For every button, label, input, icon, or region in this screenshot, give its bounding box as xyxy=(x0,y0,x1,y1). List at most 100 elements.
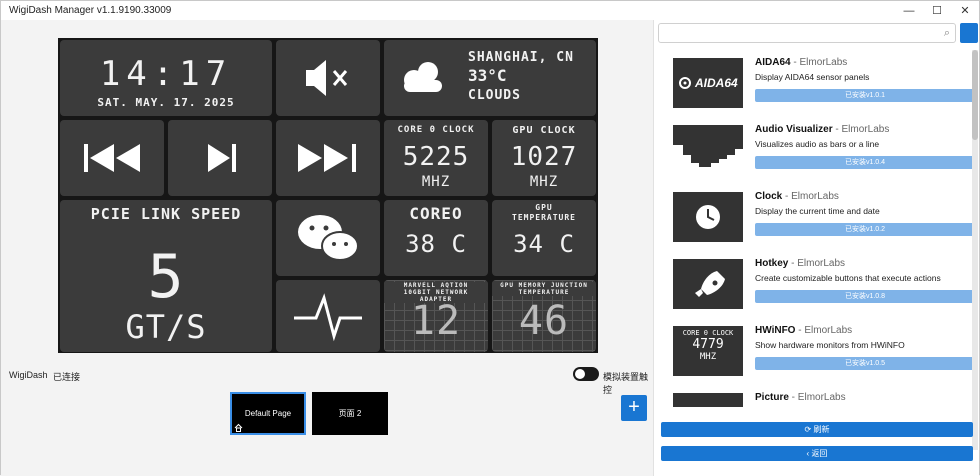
core-clock-unit: MHZ xyxy=(421,174,451,190)
plugin-item-clock[interactable]: Clock - ElmorLabs Display the current ti… xyxy=(654,184,980,251)
plugin-list-scrollbar[interactable] xyxy=(972,50,978,450)
plugin-installed-button[interactable]: 已安装v1.0.8 xyxy=(755,290,975,303)
clock-icon xyxy=(696,205,720,229)
hwinfo-thumb-label: CORE 0 CLOCK xyxy=(682,329,734,337)
dashboard-preview[interactable]: 14:17 SAT. MAY. 17. 2025 SHANGHAI, CN 33… xyxy=(58,38,598,353)
refresh-button[interactable]: ⟳ 刷新 xyxy=(661,422,973,437)
gpu-clock-unit: MHZ xyxy=(529,174,559,190)
hwinfo-thumb-unit: MHZ xyxy=(699,352,717,362)
network-adapter-value: 12 xyxy=(410,298,462,344)
plugin-search-input[interactable]: ⌕ xyxy=(658,23,956,43)
clock-thumb xyxy=(673,192,743,242)
minimize-button[interactable]: — xyxy=(895,1,923,20)
plugin-name: HWiNFO xyxy=(755,325,796,336)
page-thumb-2[interactable]: 页面 2 xyxy=(312,392,388,435)
gpu-memory-temp-value: 46 xyxy=(518,298,570,344)
gear-icon xyxy=(679,77,691,89)
plugin-author: ElmorLabs xyxy=(841,124,890,135)
plugin-author-separator: - xyxy=(788,392,798,403)
back-label: 返回 xyxy=(811,449,828,458)
plugin-item-aida64[interactable]: AIDA64 AIDA64 - ElmorLabs Display AIDA64… xyxy=(654,50,980,117)
scrollbar-thumb[interactable] xyxy=(972,50,978,140)
plugin-title: AIDA64 - ElmorLabs xyxy=(755,57,847,68)
rocket-icon xyxy=(695,271,725,297)
simulate-touch-label: 模拟装置触控 xyxy=(603,372,649,395)
plugin-description: Visualizes audio as bars or a line xyxy=(755,139,880,149)
wechat-widget[interactable] xyxy=(276,200,380,276)
core-temp-label: COREO xyxy=(409,204,463,223)
play-pause-widget[interactable] xyxy=(168,120,272,196)
page-thumb-default[interactable]: Default Page xyxy=(230,392,306,435)
plugin-sidebar: ⌕ AIDA64 AIDA64 - ElmorLabs Display AIDA… xyxy=(653,20,979,476)
window-title: WigiDash Manager v1.1.9190.33009 xyxy=(9,5,172,16)
pcie-value: 5 xyxy=(147,242,185,312)
plugin-title: Picture - ElmorLabs xyxy=(755,392,846,403)
plugin-installed-button[interactable]: 已安装v1.0.5 xyxy=(755,357,975,370)
plugin-description: Show hardware monitors from HWiNFO xyxy=(755,340,905,350)
plugin-item-hotkey[interactable]: Hotkey - ElmorLabs Create customizable b… xyxy=(654,251,980,318)
maximize-button[interactable]: ☐ xyxy=(923,1,951,20)
hotkey-thumb xyxy=(673,259,743,309)
plugin-title: Hotkey - ElmorLabs xyxy=(755,258,845,269)
close-button[interactable]: ✕ xyxy=(951,1,979,20)
gpu-temp-value: 34 C xyxy=(513,230,575,258)
core-clock-widget[interactable]: CORE 0 CLOCK 5225 MHZ xyxy=(384,120,488,196)
previous-track-widget[interactable] xyxy=(60,120,164,196)
home-icon xyxy=(234,423,243,432)
connection-status: 已连接 xyxy=(53,372,81,382)
plugin-installed-button[interactable]: 已安装v1.0.1 xyxy=(755,89,975,102)
pulse-widget[interactable] xyxy=(276,280,380,352)
pcie-label: PCIE LINK SPEED xyxy=(90,205,242,223)
network-adapter-widget[interactable]: MARVELL AQTION 10GBIT NETWORK ADAPTER 12 xyxy=(384,280,488,352)
page-label: Default Page xyxy=(244,409,292,418)
back-button[interactable]: ‹ 返回 xyxy=(661,446,973,461)
clock-widget[interactable]: 14:17 SAT. MAY. 17. 2025 xyxy=(60,40,272,116)
menu-button[interactable] xyxy=(960,23,978,43)
plugin-title: Clock - ElmorLabs xyxy=(755,191,839,202)
next-track-widget[interactable] xyxy=(276,120,380,196)
app-window: WigiDash Manager v1.1.9190.33009 — ☐ ✕ 1… xyxy=(0,0,980,476)
plugin-author: ElmorLabs xyxy=(797,392,846,403)
add-page-button[interactable]: + xyxy=(621,395,647,421)
plugin-name: Hotkey xyxy=(755,258,789,269)
plugin-author: ElmorLabs xyxy=(791,191,839,202)
wechat-icon xyxy=(298,215,359,261)
mute-widget[interactable] xyxy=(276,40,380,116)
search-icon: ⌕ xyxy=(943,27,950,39)
hwinfo-thumb-value: 4779 xyxy=(692,337,724,352)
pulse-icon xyxy=(294,293,362,342)
plugin-author: ElmorLabs xyxy=(804,325,853,336)
plugin-item-picture[interactable]: Picture - ElmorLabs xyxy=(654,385,980,415)
toggle-knob xyxy=(575,369,585,379)
gpu-clock-value: 1027 xyxy=(510,142,578,172)
core-clock-value: 5225 xyxy=(402,142,470,172)
gpu-temp-widget[interactable]: GPU TEMPERATURE 34 C xyxy=(492,200,596,276)
plugin-author-separator: - xyxy=(788,258,798,269)
gpu-memory-temp-label: GPU MEMORY JUNCTION TEMPERATURE xyxy=(492,282,596,296)
gpu-temp-label: GPU TEMPERATURE xyxy=(512,203,576,222)
simulate-touch-toggle[interactable] xyxy=(573,367,599,381)
page-label: 页面 2 xyxy=(338,409,362,418)
clock-date: SAT. MAY. 17. 2025 xyxy=(97,96,235,109)
gpu-clock-widget[interactable]: GPU CLOCK 1027 MHZ xyxy=(492,120,596,196)
plugin-name: Audio Visualizer xyxy=(755,124,833,135)
gpu-memory-temp-widget[interactable]: GPU MEMORY JUNCTION TEMPERATURE 46 xyxy=(492,280,596,352)
core-temp-widget[interactable]: COREO 38 C xyxy=(384,200,488,276)
aida64-logo-text: AIDA64 xyxy=(695,76,738,90)
plugin-author: ElmorLabs xyxy=(799,57,848,68)
weather-condition: CLOUDS xyxy=(468,88,521,103)
audio-bars-icon xyxy=(673,125,743,167)
pcie-speed-widget[interactable]: PCIE LINK SPEED 5 GT/S xyxy=(60,200,272,352)
next-track-icon xyxy=(298,144,356,172)
plugin-item-audio-visualizer[interactable]: Audio Visualizer - ElmorLabs Visualizes … xyxy=(654,117,980,184)
gpu-clock-label: GPU CLOCK xyxy=(512,125,576,136)
plugin-installed-button[interactable]: 已安装v1.0.4 xyxy=(755,156,975,169)
editor-pane: 14:17 SAT. MAY. 17. 2025 SHANGHAI, CN 33… xyxy=(1,20,653,476)
plugin-item-hwinfo[interactable]: CORE 0 CLOCK 4779 MHZ HWiNFO - ElmorLabs… xyxy=(654,318,980,385)
weather-temp: 33°C xyxy=(468,66,507,85)
title-bar: WigiDash Manager v1.1.9190.33009 — ☐ ✕ xyxy=(1,1,979,20)
plugin-author-separator: - xyxy=(782,191,792,202)
plugin-installed-button[interactable]: 已安装v1.0.2 xyxy=(755,223,975,236)
weather-widget[interactable]: SHANGHAI, CN 33°C CLOUDS xyxy=(384,40,596,116)
audio-visualizer-thumb xyxy=(673,125,743,175)
